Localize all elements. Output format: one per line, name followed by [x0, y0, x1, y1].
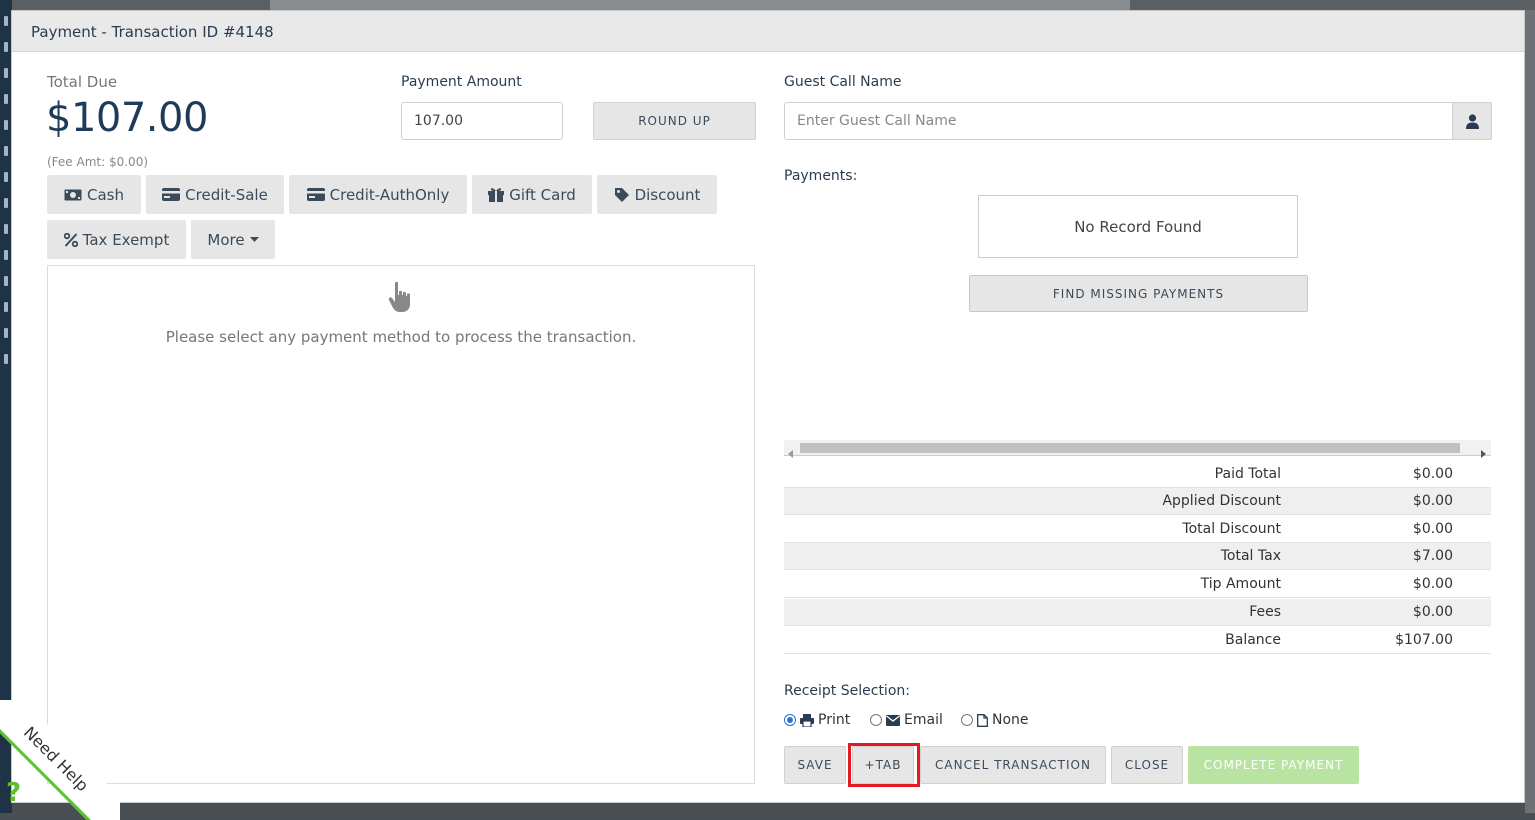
receipt-option-print[interactable]: Print	[784, 712, 850, 728]
tag-icon	[614, 187, 630, 203]
discount-button[interactable]: Discount	[597, 175, 717, 214]
totals-label: Tip Amount	[1200, 576, 1281, 592]
cash-icon	[64, 189, 82, 201]
complete-payment-button[interactable]: COMPLETE PAYMENT	[1188, 746, 1359, 784]
credit-card-icon	[162, 188, 181, 201]
envelope-icon	[886, 714, 900, 726]
totals-value: $0.00	[1412, 521, 1453, 537]
email-label: Email	[904, 712, 943, 728]
guest-lookup-button[interactable]	[1452, 102, 1492, 140]
gift-icon	[488, 187, 505, 202]
gift-card-label: Gift Card	[509, 185, 576, 204]
receipt-option-email[interactable]: Email	[870, 712, 943, 728]
close-label: CLOSE	[1124, 758, 1170, 772]
receipt-selection-label: Receipt Selection:	[784, 683, 910, 699]
payments-empty-state: No Record Found	[978, 195, 1298, 258]
more-dropdown-button[interactable]: More	[191, 220, 275, 259]
save-label: SAVE	[797, 758, 833, 772]
total-due-label: Total Due	[47, 73, 118, 91]
totals-value: $0.00	[1412, 493, 1453, 509]
totals-row-applied-discount: Applied Discount $0.00	[784, 488, 1491, 515]
credit-sale-button[interactable]: Credit-Sale	[146, 175, 284, 214]
credit-authonly-label: Credit-AuthOnly	[329, 185, 450, 204]
payment-amount-input[interactable]	[401, 102, 563, 140]
payments-horizontal-scrollbar[interactable]	[784, 440, 1491, 458]
totals-row-total-discount: Total Discount $0.00	[784, 516, 1491, 543]
credit-sale-label: Credit-Sale	[185, 185, 268, 204]
find-missing-payments-button[interactable]: FIND MISSING PAYMENTS	[969, 275, 1308, 312]
cancel-transaction-label: CANCEL TRANSACTION	[935, 758, 1091, 772]
need-help-widget[interactable]: Need Help ?	[0, 700, 120, 820]
totals-value: $7.00	[1412, 548, 1453, 564]
tax-exempt-button[interactable]: Tax Exempt	[47, 220, 186, 259]
totals-row-total-tax: Total Tax $7.00	[784, 543, 1491, 570]
none-radio[interactable]	[961, 714, 973, 726]
totals-value: $0.00	[1412, 576, 1453, 592]
totals-label: Total Discount	[1182, 521, 1281, 537]
credit-authonly-button[interactable]: Credit-AuthOnly	[289, 175, 467, 214]
guest-call-name-label: Guest Call Name	[784, 74, 902, 90]
totals-label: Paid Total	[1214, 466, 1281, 482]
fee-amount-note: (Fee Amt: $0.00)	[47, 155, 149, 169]
modal-title: Payment - Transaction ID #4148	[31, 23, 274, 41]
scroll-right-arrow-icon[interactable]	[1480, 443, 1486, 462]
none-label: None	[992, 712, 1029, 728]
percent-icon	[63, 232, 78, 247]
modal-header: Payment - Transaction ID #4148	[12, 11, 1524, 52]
payments-label: Payments:	[784, 168, 858, 184]
totals-label: Fees	[1249, 604, 1281, 620]
payment-method-panel: Please select any payment method to proc…	[47, 265, 755, 784]
totals-row-tip-amount: Tip Amount $0.00	[784, 571, 1491, 598]
more-label: More	[207, 230, 245, 249]
tax-exempt-label: Tax Exempt	[82, 230, 170, 249]
totals-label: Applied Discount	[1162, 493, 1281, 509]
round-up-button[interactable]: ROUND UP	[593, 102, 756, 140]
payment-method-hint: Please select any payment method to proc…	[165, 328, 637, 346]
print-radio[interactable]	[784, 714, 796, 726]
totals-row-paid-total: Paid Total $0.00	[784, 461, 1491, 488]
no-record-text: No Record Found	[1074, 217, 1202, 236]
complete-payment-label: COMPLETE PAYMENT	[1203, 758, 1344, 772]
totals-table: Paid Total $0.00 Applied Discount $0.00 …	[784, 461, 1491, 655]
total-due-amount: $107.00	[46, 95, 208, 141]
find-missing-payments-label: FIND MISSING PAYMENTS	[1052, 286, 1225, 301]
print-label: Print	[818, 712, 851, 728]
totals-value: $0.00	[1412, 466, 1453, 482]
help-question-icon: ?	[6, 778, 22, 808]
pointing-hand-icon	[386, 281, 416, 319]
save-button[interactable]: SAVE	[784, 746, 846, 784]
totals-row-balance: Balance $107.00	[784, 627, 1491, 654]
cash-button[interactable]: Cash	[47, 175, 141, 214]
guest-call-name-input[interactable]	[784, 102, 1453, 140]
close-button[interactable]: CLOSE	[1111, 746, 1183, 784]
printer-icon	[800, 713, 814, 727]
totals-value: $0.00	[1412, 604, 1453, 620]
file-icon	[977, 713, 988, 727]
caret-down-icon	[249, 236, 259, 243]
scrollbar-thumb[interactable]	[800, 443, 1460, 453]
receipt-option-none[interactable]: None	[961, 712, 1029, 728]
totals-label: Balance	[1225, 632, 1281, 648]
gift-card-button[interactable]: Gift Card	[472, 175, 592, 214]
cash-label: Cash	[87, 185, 124, 204]
user-icon	[1465, 113, 1479, 129]
scroll-left-arrow-icon[interactable]	[788, 443, 794, 462]
highlight-annotation-box	[848, 743, 920, 787]
cancel-transaction-button[interactable]: CANCEL TRANSACTION	[920, 746, 1106, 784]
payment-modal: Payment - Transaction ID #4148 Total Due…	[11, 10, 1525, 803]
payment-amount-label: Payment Amount	[401, 74, 522, 90]
credit-card-icon	[306, 188, 325, 201]
app-backdrop-right	[1525, 10, 1535, 813]
app-backdrop-top	[0, 0, 1535, 10]
discount-label: Discount	[634, 185, 701, 204]
totals-value: $107.00	[1395, 632, 1453, 648]
totals-label: Total Tax	[1220, 548, 1281, 564]
email-radio[interactable]	[870, 714, 882, 726]
totals-row-fees: Fees $0.00	[784, 599, 1491, 626]
round-up-label: ROUND UP	[638, 114, 711, 128]
